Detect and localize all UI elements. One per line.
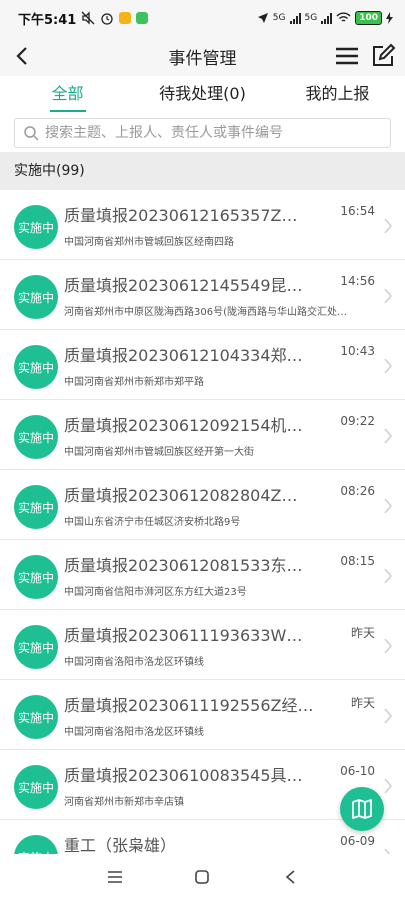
event-time: 08:26 bbox=[340, 484, 375, 498]
search-box bbox=[14, 118, 391, 148]
tab-my-reports[interactable]: 我的上报 bbox=[270, 76, 405, 114]
event-address: 河南省郑州市新郑市辛店镇 bbox=[64, 797, 184, 808]
event-title: 质量填报20230612081533东… bbox=[64, 556, 303, 575]
search-area bbox=[0, 114, 405, 152]
event-time: 09:22 bbox=[340, 414, 375, 428]
app-notification-icon bbox=[136, 12, 149, 24]
charging-icon bbox=[386, 12, 393, 24]
network-label: 5G bbox=[304, 13, 318, 23]
map-icon bbox=[352, 799, 372, 819]
status-badge: 实施中 bbox=[14, 485, 58, 529]
chevron-right-icon bbox=[384, 848, 391, 854]
list-item[interactable]: 实施中 质量填报20230612082804Z… 08:26 中国山东省济宁市任… bbox=[0, 470, 405, 540]
event-title: 重工（张枭雄） bbox=[64, 836, 177, 854]
status-badge: 实施中 bbox=[14, 765, 58, 809]
chevron-right-icon bbox=[384, 358, 392, 374]
event-address: 中国山东省济宁市任城区济安桥北路9号 bbox=[64, 517, 241, 528]
system-nav-bar bbox=[0, 854, 405, 900]
tab-pending[interactable]: 待我处理(0) bbox=[135, 76, 270, 114]
tab-bar: 全部 待我处理(0) 我的上报 bbox=[0, 76, 405, 114]
back-nav-button[interactable] bbox=[279, 866, 301, 888]
list-item[interactable]: 实施中 质量填报20230612165357Z… 16:54 中国河南省郑州市管… bbox=[0, 190, 405, 260]
chevron-right-icon bbox=[384, 708, 392, 724]
back-button[interactable] bbox=[6, 40, 38, 72]
event-time: 08:15 bbox=[340, 554, 375, 568]
signal-icon bbox=[321, 12, 333, 24]
chevron-right-icon bbox=[384, 498, 392, 514]
tab-all[interactable]: 全部 bbox=[0, 76, 135, 114]
home-icon bbox=[195, 870, 209, 884]
home-button[interactable] bbox=[191, 866, 213, 888]
status-bar: 下午5:41 5G 5G 100 bbox=[0, 0, 405, 36]
app-notification-icon bbox=[119, 12, 132, 24]
list-item[interactable]: 实施中 质量填报20230611192556Z经… 昨天 中国河南省洛阳市洛龙区… bbox=[0, 680, 405, 750]
chevron-right-icon bbox=[384, 288, 392, 304]
location-icon bbox=[257, 13, 268, 23]
edit-icon bbox=[373, 43, 396, 66]
status-time: 下午5:41 bbox=[18, 12, 77, 28]
event-title: 质量填报20230612092154机… bbox=[64, 416, 303, 435]
event-time: 14:56 bbox=[340, 274, 375, 288]
search-input[interactable] bbox=[45, 125, 390, 141]
status-badge: 实施中 bbox=[14, 205, 58, 249]
event-address: 中国河南省信阳市浉河区东方红大道23号 bbox=[64, 587, 247, 598]
map-button[interactable] bbox=[340, 787, 384, 831]
event-time: 06-09 bbox=[340, 834, 375, 848]
mute-icon bbox=[81, 11, 95, 25]
event-time: 昨天 bbox=[350, 626, 375, 640]
event-title: 质量填报20230612165357Z… bbox=[64, 206, 298, 225]
alarm-icon bbox=[101, 13, 113, 25]
chevron-right-icon bbox=[384, 778, 392, 794]
chevron-right-icon bbox=[384, 428, 392, 444]
chevron-right-icon bbox=[384, 218, 392, 234]
event-title: 质量填报20230612145549昆… bbox=[64, 276, 303, 295]
page-title: 事件管理 bbox=[168, 48, 237, 69]
event-time: 10:43 bbox=[340, 344, 375, 358]
status-badge: 实施中 bbox=[14, 415, 58, 459]
wifi-icon bbox=[336, 12, 351, 22]
event-address: 中国河南省郑州市新郑市郑平路 bbox=[64, 377, 204, 388]
event-title: 质量填报20230612104334郑… bbox=[64, 346, 303, 365]
list-item[interactable]: 实施中 质量填报20230612092154机… 09:22 中国河南省郑州市管… bbox=[0, 400, 405, 470]
status-badge: 实施中 bbox=[14, 695, 58, 739]
back-triangle-icon bbox=[285, 870, 295, 884]
signal-icon bbox=[289, 12, 301, 24]
report-button[interactable] bbox=[369, 42, 397, 70]
status-badge: 实施中 bbox=[14, 275, 58, 319]
chevron-right-icon bbox=[384, 638, 392, 654]
status-badge: 实施中 bbox=[14, 625, 58, 669]
list-item[interactable]: 实施中 质量填报20230611193633W… 昨天 中国河南省洛阳市洛龙区环… bbox=[0, 610, 405, 680]
nav-bar: 事件管理 bbox=[0, 36, 405, 76]
chevron-right-icon bbox=[384, 568, 392, 584]
event-time: 昨天 bbox=[350, 696, 375, 710]
list-item[interactable]: 实施中 质量填报20230612145549昆… 14:56 河南省郑州市中原区… bbox=[0, 260, 405, 330]
network-label: 5G bbox=[272, 13, 286, 23]
list-item[interactable]: 实施中 质量填报20230612081533东… 08:15 中国河南省信阳市浉… bbox=[0, 540, 405, 610]
list-item[interactable]: 实施中 质量填报20230612104334郑… 10:43 中国河南省郑州市新… bbox=[0, 330, 405, 400]
event-title: 质量填报20230612082804Z… bbox=[64, 486, 298, 505]
event-address: 河南省郑州市中原区陇海西路306号(陇海西路与华山路交汇处… bbox=[64, 307, 347, 318]
event-address: 中国河南省郑州市管城回族区经南四路 bbox=[64, 237, 234, 248]
battery-icon: 100 bbox=[355, 11, 382, 25]
event-title: 质量填报20230611192556Z经… bbox=[64, 696, 314, 715]
list-item[interactable]: 实施中 重工（张枭雄） 06-09 bbox=[0, 820, 405, 854]
menu-button[interactable] bbox=[333, 42, 361, 70]
hamburger-menu-icon bbox=[336, 47, 358, 65]
event-time: 06-10 bbox=[340, 764, 375, 778]
recent-apps-button[interactable] bbox=[104, 866, 126, 888]
event-list: 实施中 质量填报20230612165357Z… 16:54 中国河南省郑州市管… bbox=[0, 190, 405, 854]
status-badge: 实施中 bbox=[14, 555, 58, 599]
event-time: 16:54 bbox=[340, 204, 375, 218]
chevron-left-icon bbox=[16, 47, 27, 65]
status-badge: 实施中 bbox=[14, 835, 58, 854]
search-icon bbox=[24, 126, 39, 141]
event-title: 质量填报20230610083545具… bbox=[64, 766, 303, 785]
event-address: 中国河南省郑州市管城回族区经开第一大街 bbox=[64, 447, 254, 458]
event-title: 质量填报20230611193633W… bbox=[64, 626, 303, 645]
status-badge: 实施中 bbox=[14, 345, 58, 389]
event-address: 中国河南省洛阳市洛龙区环镇线 bbox=[64, 727, 204, 738]
recent-apps-icon bbox=[108, 871, 122, 883]
section-header: 实施中(99) bbox=[0, 152, 405, 190]
event-address: 中国河南省洛阳市洛龙区环镇线 bbox=[64, 657, 204, 668]
